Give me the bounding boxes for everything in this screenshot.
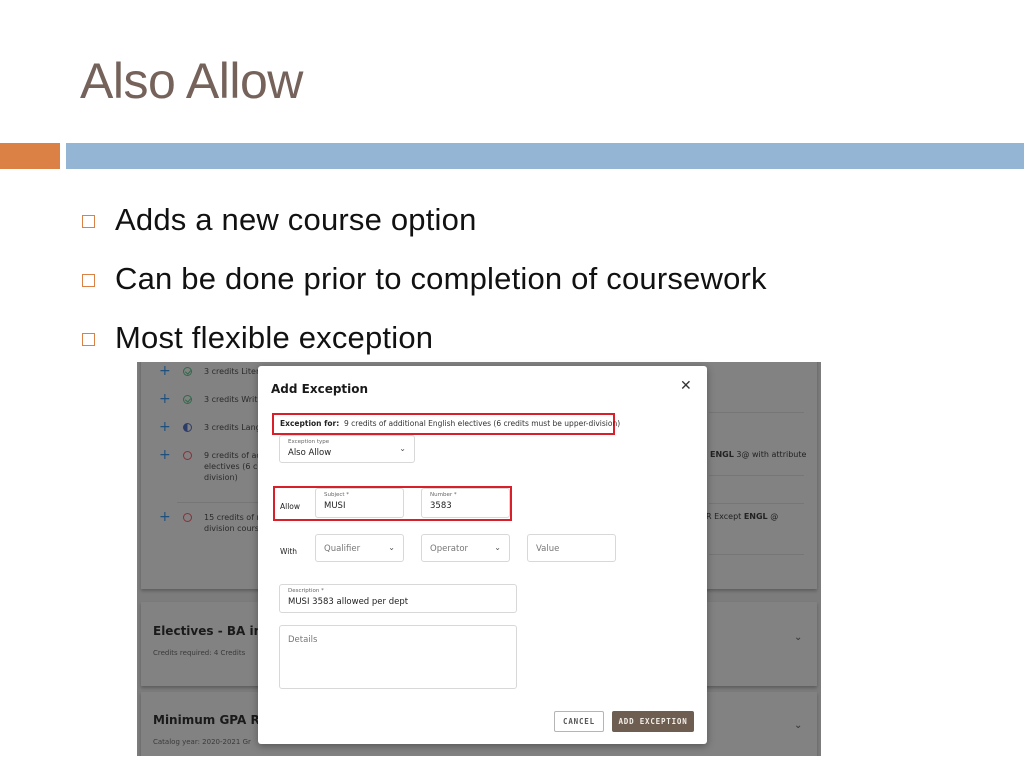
chevron-down-icon[interactable]: ⌄ <box>794 632 802 643</box>
accent-bar-orange <box>0 143 60 169</box>
plus-icon[interactable]: + <box>159 420 171 434</box>
qualifier-select[interactable]: Qualifier ⌄ <box>315 534 404 562</box>
field-placeholder: Details <box>288 635 318 645</box>
exception-for-value: 9 credits of additional English elective… <box>344 419 621 428</box>
plus-icon[interactable]: + <box>159 510 171 524</box>
section-meta: Catalog year: 2020-2021 Gr <box>153 738 251 746</box>
field-value: 3583 <box>430 501 452 511</box>
bullet-item: Most flexible exception <box>82 308 767 367</box>
operator-select[interactable]: Operator ⌄ <box>421 534 510 562</box>
plus-icon[interactable]: + <box>159 448 171 462</box>
empty-circle-icon <box>183 451 192 460</box>
field-value: Also Allow <box>288 448 332 458</box>
value-input[interactable]: Value <box>527 534 616 562</box>
divider <box>709 554 804 555</box>
add-exception-dialog: Add Exception ✕ Exception for: 9 credits… <box>258 366 707 744</box>
field-label: Exception type <box>288 439 330 445</box>
plus-icon[interactable]: + <box>159 392 171 406</box>
check-circle-icon <box>183 367 192 376</box>
field-placeholder: Value <box>536 544 560 554</box>
divider <box>709 412 804 413</box>
dialog-title: Add Exception <box>271 382 369 396</box>
allow-label: Allow <box>280 502 301 511</box>
number-input[interactable]: Number * 3583 <box>421 488 510 518</box>
divider <box>709 503 804 504</box>
field-value: MUSI 3583 allowed per dept <box>288 597 409 607</box>
exception-for-label: Exception for: <box>280 419 340 428</box>
chevron-down-icon: ⌄ <box>399 444 406 453</box>
chevron-down-icon: ⌄ <box>494 543 501 552</box>
bullet-text: Most flexible exception <box>115 319 434 355</box>
with-label: With <box>280 547 298 556</box>
bullet-text: Adds a new course option <box>115 201 477 237</box>
field-label: Number * <box>430 492 457 498</box>
check-circle-icon <box>183 395 192 404</box>
add-exception-button[interactable]: ADD EXCEPTION <box>612 711 694 732</box>
section-meta: Credits required: 4 Credits <box>153 649 246 657</box>
square-bullet-icon <box>82 274 95 287</box>
field-label: Description * <box>288 588 324 594</box>
field-label: Subject * <box>324 492 350 498</box>
chevron-down-icon: ⌄ <box>388 543 395 552</box>
close-icon[interactable]: ✕ <box>680 378 692 394</box>
square-bullet-icon <box>82 215 95 228</box>
bullet-item: Adds a new course option <box>82 190 767 249</box>
exception-type-select[interactable]: Exception type Also Allow ⌄ <box>279 435 415 463</box>
field-value: MUSI <box>324 501 346 511</box>
field-placeholder: Qualifier <box>324 544 361 554</box>
half-circle-icon <box>183 423 192 432</box>
plus-icon[interactable]: + <box>159 364 171 378</box>
accent-bar-blue <box>66 143 1024 169</box>
square-bullet-icon <box>82 333 95 346</box>
divider <box>709 475 804 476</box>
rule-text: ENGL 3@ with attribute <box>710 450 807 459</box>
chevron-down-icon[interactable]: ⌄ <box>794 720 802 731</box>
empty-circle-icon <box>183 513 192 522</box>
description-input[interactable]: Description * MUSI 3583 allowed per dept <box>279 584 517 613</box>
section-title: Minimum GPA Re <box>153 713 268 727</box>
bullet-text: Can be done prior to completion of cours… <box>115 260 767 296</box>
cancel-button[interactable]: CANCEL <box>554 711 604 732</box>
slide-title: Also Allow <box>80 53 303 109</box>
exception-for-banner: Exception for: 9 credits of additional E… <box>272 413 620 435</box>
rule-text: R Except ENGL @ <box>706 512 779 521</box>
details-textarea[interactable]: Details <box>279 625 517 689</box>
subject-input[interactable]: Subject * MUSI <box>315 488 404 518</box>
bullet-list: Adds a new course option Can be done pri… <box>82 190 767 367</box>
section-title: Electives - BA in <box>153 624 263 638</box>
field-placeholder: Operator <box>430 544 469 554</box>
bullet-item: Can be done prior to completion of cours… <box>82 249 767 308</box>
